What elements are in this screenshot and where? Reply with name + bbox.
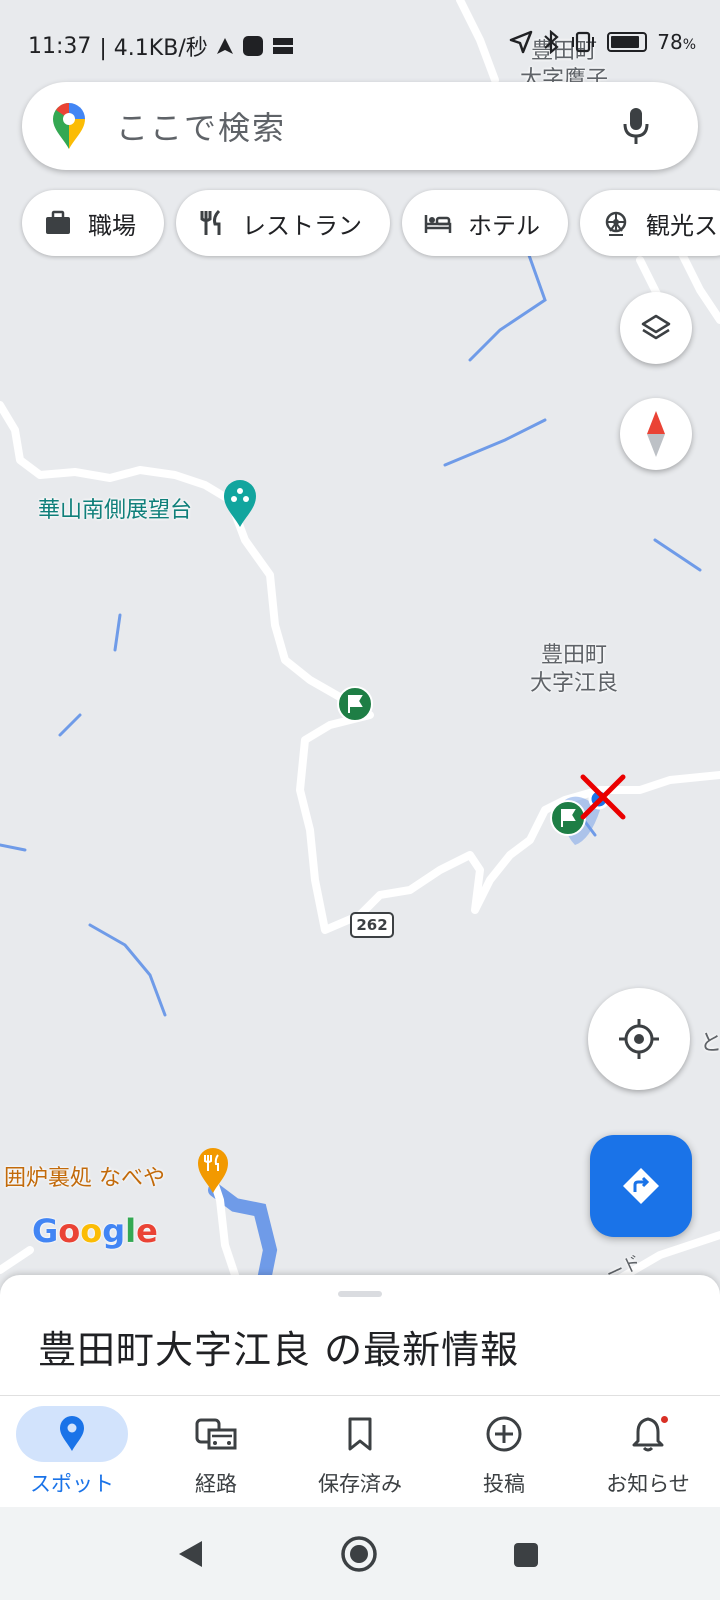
location-arrow-icon [509,30,533,54]
battery-percent: 78% [657,30,696,54]
my-location-icon [619,1019,659,1059]
chip-label: 観光ス [646,211,718,240]
chip-hotel[interactable]: ホテル [402,190,568,256]
my-location-button[interactable] [588,988,690,1090]
hotel-icon [424,215,452,233]
nav-commute[interactable]: 経路 [144,1396,288,1508]
chip-label: レストラン [242,211,362,240]
chip-attractions[interactable]: 観光ス [580,190,720,256]
vibrate-icon [572,31,595,53]
google-maps-logo-icon [53,103,85,149]
nav-updates[interactable]: お知らせ [576,1396,720,1508]
search-input[interactable]: ここで検索 [116,103,622,149]
nav-label: お知らせ [606,1472,690,1496]
stream-line [443,418,547,467]
home-icon[interactable] [340,1535,378,1573]
commute-icon [195,1418,237,1450]
status-bar: 11:37 | 4.1KB/秒 78% [0,0,720,80]
system-navigation-bar [0,1507,720,1600]
edge-label: と [700,1031,720,1056]
nav-label: 経路 [195,1472,237,1496]
directions-button[interactable] [590,1135,692,1237]
stream-line [88,923,167,1017]
road [0,1246,34,1274]
chip-label: 職場 [88,211,136,240]
bookmark-icon [348,1417,372,1451]
park-flag-icon[interactable] [337,686,373,726]
bluetooth-icon [544,30,559,54]
add-circle-icon [486,1416,522,1452]
google-logo: Google [32,1212,158,1250]
recents-icon[interactable] [512,1541,540,1569]
directions-icon [623,1168,659,1204]
nav-label: スポット [30,1472,114,1496]
navigation-notification-icon [216,38,233,54]
attraction-icon [605,211,627,236]
search-bar[interactable]: ここで検索 [22,82,698,170]
poi-label-restaurant[interactable]: 囲炉裏処 なべや [4,1160,165,1192]
area-label-era: 豊田町 大字江良 [530,643,619,696]
stream-line [653,538,702,572]
nav-contribute[interactable]: 投稿 [432,1396,576,1508]
restaurant-pin-icon[interactable] [196,1146,230,1198]
stream-line [58,713,82,737]
news-notification-icon [272,38,293,54]
sheet-drag-handle[interactable] [338,1291,382,1297]
bottom-sheet[interactable]: 豊田町大字江良 の最新情報 [0,1275,720,1395]
stream-line [113,613,122,652]
red-x-marker-icon [578,772,628,826]
battery-icon [607,32,648,52]
poi-label-viewpoint[interactable]: 華山南側展望台 [38,492,192,524]
chip-work[interactable]: 職場 [22,190,164,256]
route-shield-262: 262 [350,912,394,938]
app-notification-icon [242,36,263,56]
chip-label: ホテル [468,211,540,240]
compass-icon [647,411,665,457]
stream-line [0,843,27,852]
status-network-speed: | 4.1KB/秒 [99,36,208,61]
layers-icon [641,314,671,340]
nav-explore[interactable]: スポット [0,1396,144,1508]
back-icon[interactable] [176,1539,204,1569]
layers-button[interactable] [620,292,692,364]
category-chips: 職場 レストラン ホテル 観光ス [22,190,720,256]
chip-restaurant[interactable]: レストラン [176,190,390,256]
nav-label: 保存済み [318,1472,402,1496]
status-time: 11:37 [28,33,92,59]
place-pin-icon [60,1416,84,1451]
microphone-icon[interactable] [622,106,650,146]
restaurant-icon [200,209,221,235]
nav-saved[interactable]: 保存済み [288,1396,432,1508]
bottom-navigation: スポット 経路 保存済み 投稿 お知らせ [0,1395,720,1507]
viewpoint-pin-icon[interactable] [222,478,258,532]
briefcase-icon [46,210,70,234]
compass-button[interactable] [620,398,692,470]
sheet-title: 豊田町大字江良 の最新情報 [38,1328,520,1372]
notification-badge [659,1414,670,1425]
nav-label: 投稿 [483,1472,525,1496]
